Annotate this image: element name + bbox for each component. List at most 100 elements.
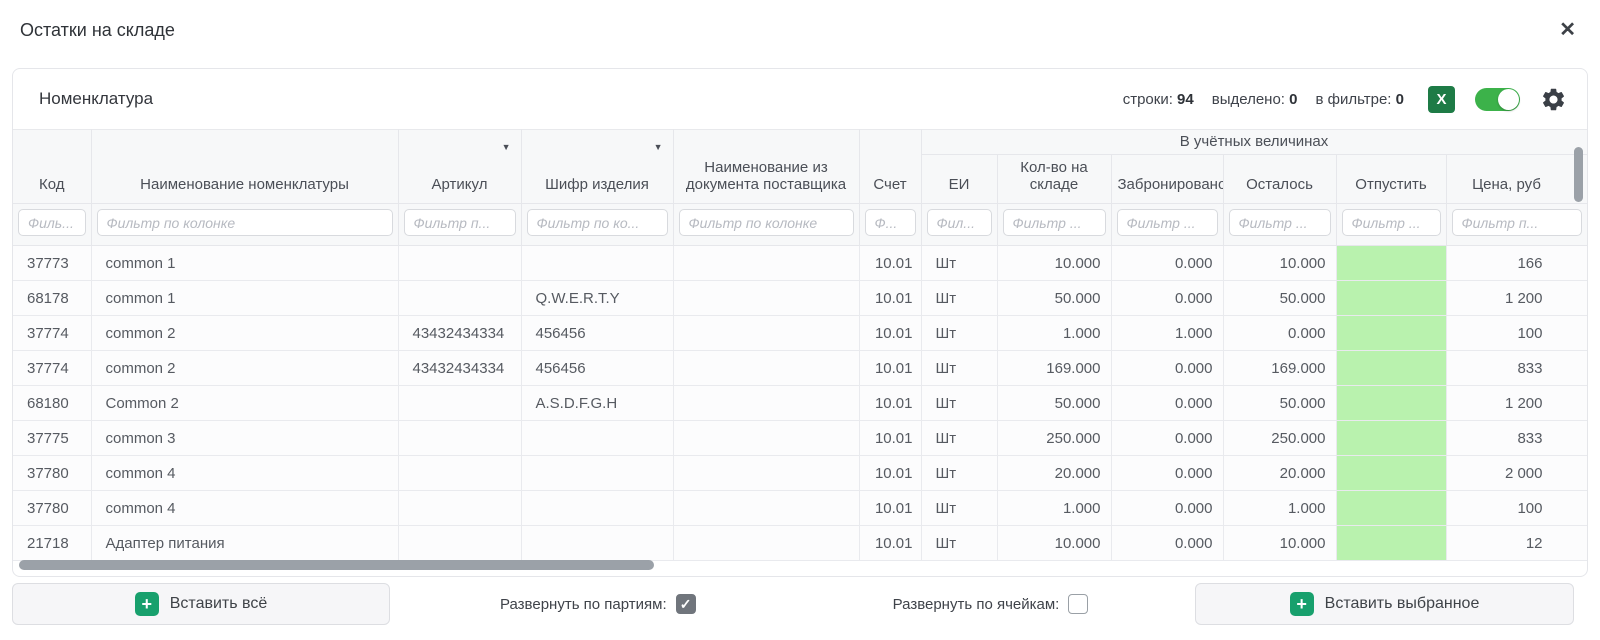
close-icon[interactable]: ✕	[1559, 16, 1576, 44]
cell-qty_in_stock: 1.000	[997, 491, 1111, 526]
cell-reserved: 0.000	[1111, 456, 1223, 491]
cell-price: 12	[1446, 526, 1587, 561]
cell-qty_in_stock: 20.000	[997, 456, 1111, 491]
cell-reserved: 0.000	[1111, 421, 1223, 456]
cell-price: 1 200	[1446, 281, 1587, 316]
filter-cell-name	[91, 204, 398, 246]
cell-supplier_doc_name	[673, 316, 859, 351]
table-row[interactable]: 37773common 110.01Шт10.0000.00010.000166	[13, 246, 1587, 281]
cell-release[interactable]	[1336, 281, 1446, 316]
cell-reserved: 0.000	[1111, 526, 1223, 561]
horizontal-scrollbar[interactable]	[19, 560, 654, 570]
cell-article	[398, 526, 521, 561]
table-row[interactable]: 21718Адаптер питания10.01Шт10.0000.00010…	[13, 526, 1587, 561]
filter-input-account[interactable]	[865, 209, 916, 236]
cell-supplier_doc_name	[673, 456, 859, 491]
filter-cell-remaining	[1223, 204, 1336, 246]
filter-cell-supplier_doc_name	[673, 204, 859, 246]
excel-export-icon[interactable]: X	[1428, 86, 1455, 113]
cell-unit: Шт	[921, 281, 997, 316]
filter-cell-article	[398, 204, 521, 246]
filter-input-unit[interactable]	[927, 209, 992, 236]
cell-code: 37780	[13, 491, 91, 526]
sort-arrow-icon: ▼	[654, 142, 663, 152]
vertical-scrollbar[interactable]	[1574, 147, 1583, 202]
filter-input-article[interactable]	[404, 209, 516, 236]
filter-input-code[interactable]	[18, 209, 86, 236]
column-header-code: Код	[13, 130, 91, 204]
column-header-reserved: Забронировано	[1111, 155, 1223, 204]
expand-batches-label: Развернуть по партиям:	[500, 596, 667, 613]
filter-input-remaining[interactable]	[1229, 209, 1331, 236]
cell-unit: Шт	[921, 246, 997, 281]
cell-supplier_doc_name	[673, 246, 859, 281]
cell-remaining: 1.000	[1223, 491, 1336, 526]
filter-cell-cipher	[521, 204, 673, 246]
table-row[interactable]: 68178common 1Q.W.E.R.T.Y10.01Шт50.0000.0…	[13, 281, 1587, 316]
cell-code: 37773	[13, 246, 91, 281]
cell-cipher: 456456	[521, 316, 673, 351]
cell-release[interactable]	[1336, 526, 1446, 561]
expand-batches-checkbox[interactable]: ✓	[676, 594, 696, 614]
cell-name: common 2	[91, 316, 398, 351]
insert-all-button[interactable]: + Вставить всё	[12, 583, 390, 625]
cell-code: 37774	[13, 351, 91, 386]
cell-release[interactable]	[1336, 491, 1446, 526]
table-row[interactable]: 37775common 310.01Шт250.0000.000250.0008…	[13, 421, 1587, 456]
filter-cell-price	[1446, 204, 1587, 246]
cell-qty_in_stock: 169.000	[997, 351, 1111, 386]
filter-input-cipher[interactable]	[527, 209, 668, 236]
cell-release[interactable]	[1336, 386, 1446, 421]
column-header-supplier_doc_name: Наименование из документа поставщика	[673, 130, 859, 204]
cell-release[interactable]	[1336, 246, 1446, 281]
cell-reserved: 0.000	[1111, 491, 1223, 526]
insert-selected-button[interactable]: + Вставить выбранное	[1195, 583, 1574, 625]
filter-input-name[interactable]	[97, 209, 393, 236]
cell-article	[398, 421, 521, 456]
gear-icon[interactable]	[1540, 86, 1567, 113]
cell-release[interactable]	[1336, 456, 1446, 491]
cell-account: 10.01	[859, 526, 921, 561]
cell-article	[398, 386, 521, 421]
cell-remaining: 50.000	[1223, 386, 1336, 421]
cell-unit: Шт	[921, 456, 997, 491]
filter-cell-release	[1336, 204, 1446, 246]
cell-remaining: 10.000	[1223, 246, 1336, 281]
sort-arrow-icon: ▼	[502, 142, 511, 152]
column-header-cipher[interactable]: Шифр изделия▼	[521, 130, 673, 204]
table-row[interactable]: 68180Common 2A.S.D.F.G.H10.01Шт50.0000.0…	[13, 386, 1587, 421]
cell-cipher: 456456	[521, 351, 673, 386]
stock-table: КодНаименование номенклатурыАртикул▼Шифр…	[13, 129, 1588, 561]
filter-cell-account	[859, 204, 921, 246]
cell-release[interactable]	[1336, 421, 1446, 456]
table-row[interactable]: 37774common 24343243433445645610.01Шт169…	[13, 351, 1587, 386]
filter-input-reserved[interactable]	[1117, 209, 1218, 236]
cell-cipher	[521, 246, 673, 281]
cell-supplier_doc_name	[673, 491, 859, 526]
stat-selected: выделено: 0	[1212, 91, 1298, 108]
expand-cells-checkbox[interactable]: ✓	[1068, 594, 1088, 614]
cell-account: 10.01	[859, 456, 921, 491]
cell-remaining: 50.000	[1223, 281, 1336, 316]
filter-input-release[interactable]	[1342, 209, 1441, 236]
cell-qty_in_stock: 50.000	[997, 281, 1111, 316]
filter-input-qty_in_stock[interactable]	[1003, 209, 1106, 236]
filter-cell-reserved	[1111, 204, 1223, 246]
filter-input-supplier_doc_name[interactable]	[679, 209, 854, 236]
table-row[interactable]: 37780common 410.01Шт20.0000.00020.0002 0…	[13, 456, 1587, 491]
cell-remaining: 250.000	[1223, 421, 1336, 456]
insert-selected-label: Вставить выбранное	[1325, 595, 1480, 613]
cell-account: 10.01	[859, 386, 921, 421]
cell-release[interactable]	[1336, 316, 1446, 351]
cell-release[interactable]	[1336, 351, 1446, 386]
cell-qty_in_stock: 50.000	[997, 386, 1111, 421]
cell-cipher: Q.W.E.R.T.Y	[521, 281, 673, 316]
table-row[interactable]: 37774common 24343243433445645610.01Шт1.0…	[13, 316, 1587, 351]
view-toggle[interactable]	[1475, 88, 1520, 111]
cell-unit: Шт	[921, 316, 997, 351]
filter-input-price[interactable]	[1452, 209, 1582, 236]
column-header-article[interactable]: Артикул▼	[398, 130, 521, 204]
stock-modal: Остатки на складе ✕ Номенклатура строки:…	[0, 0, 1600, 640]
table-row[interactable]: 37780common 410.01Шт1.0000.0001.000100	[13, 491, 1587, 526]
cell-account: 10.01	[859, 351, 921, 386]
